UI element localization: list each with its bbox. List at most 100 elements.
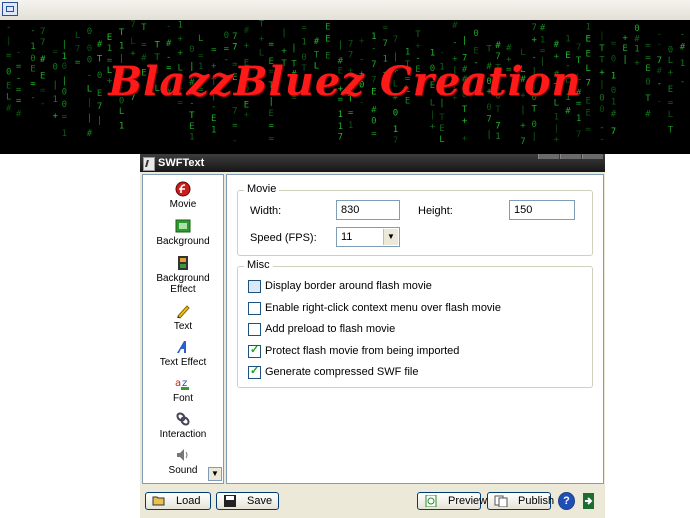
matrix-glyph: + [244,41,250,51]
matrix-glyph: + [532,35,538,45]
matrix-glyph: # [244,26,250,36]
matrix-glyph: 0 [634,24,639,34]
matrix-glyph: 1 [178,21,183,31]
publish-button-label: Publish [518,495,555,507]
matrix-glyph: L [75,31,80,41]
sidebar-item-movie[interactable]: Movie [143,181,223,210]
matrix-glyph: | [599,32,604,42]
scroll-down-button[interactable]: ▼ [208,467,222,481]
matrix-glyph: # [495,41,501,51]
matrix-glyph: - [680,30,685,40]
matrix-glyph: 7 [232,106,237,116]
sidebar-item-interaction[interactable]: Interaction [143,411,223,440]
chevron-down-icon[interactable]: ▼ [383,229,398,245]
matrix-glyph: E [211,114,216,124]
window-icon[interactable] [2,2,18,16]
sidebar-item-background[interactable]: Background [143,218,223,247]
height-label: Height: [418,205,453,217]
matrix-glyph: T [668,125,674,135]
preview-icon [425,495,437,507]
matrix-glyph: 7 [611,127,616,137]
matrix-glyph: = [269,40,275,50]
matrix-glyph: - [452,38,457,48]
matrix-glyph: E [107,33,112,43]
preview-button[interactable]: Preview [417,492,487,510]
matrix-glyph: | [281,29,286,39]
sidebar-item-text[interactable]: Text [143,303,223,332]
matrix-glyph: = [224,45,230,55]
matrix-glyph: E [622,44,627,54]
matrix-glyph: L [130,37,135,47]
matrix-glyph: | [338,41,343,51]
matrix-glyph: 0 [224,31,229,41]
matrix-glyph: T [599,44,605,54]
minimize-button[interactable] [538,154,559,159]
matrix-glyph: 1 [301,37,306,47]
matrix-glyph: 1 [189,132,194,142]
sidebar-item-background-effect[interactable]: Background Effect [143,255,223,295]
matrix-glyph: # [314,37,320,47]
matrix-glyph: = [611,39,617,49]
matrix-glyph: E [473,46,478,56]
speaker-icon [177,449,188,461]
publish-icon [494,495,508,507]
close-button[interactable] [582,154,603,159]
matrix-glyph: + [520,121,526,131]
preload-checkbox[interactable] [248,323,261,336]
save-button[interactable]: Save [216,492,279,510]
matrix-glyph: 7 [232,32,237,42]
matrix-glyph: E [269,109,274,119]
background-icon [175,219,191,233]
settings-panel: Movie Width: 830 Height: 150 Speed (FPS)… [226,174,604,484]
matrix-glyph: 1 [119,41,124,51]
matrix-glyph: # [87,129,93,139]
exit-button[interactable] [580,492,600,510]
sidebar-item-label: Text Effect [159,357,207,368]
sidebar-item-text-effect[interactable]: Text Effect [143,339,223,368]
option-label: Generate compressed SWF file [265,366,419,378]
sidebar-item-label: Movie [169,199,197,210]
matrix-glyph: 7 [348,39,353,49]
misc-group-legend: Misc [244,259,273,271]
matrix-glyph: = [301,24,307,34]
matrix-glyph: # [611,109,617,119]
matrix-glyph: + [359,37,365,47]
speed-label: Speed (FPS): [250,232,317,244]
matrix-glyph: 7 [338,133,343,143]
publish-button[interactable]: Publish [487,492,555,510]
load-button[interactable]: Load [145,492,211,510]
matrix-glyph: 1 [211,126,216,136]
width-input[interactable]: 830 [336,200,400,220]
protect-checkbox[interactable] [248,343,261,358]
speed-value: 11 [341,231,353,243]
matrix-glyph: 0 [599,105,604,115]
matrix-glyph: = [269,121,275,131]
compressed-checkbox[interactable] [248,364,261,379]
matrix-glyph: 0 [473,29,478,39]
help-button[interactable]: ? [558,492,575,510]
matrix-glyph: 1 [586,22,591,32]
floppy-disk-icon [224,495,236,507]
display-border-checkbox[interactable] [248,280,261,293]
matrix-glyph: 0 [87,27,92,37]
context-menu-checkbox[interactable] [248,302,261,315]
matrix-glyph: | [462,36,467,46]
speed-combobox[interactable]: 11 ▼ [336,227,400,247]
width-label: Width: [250,205,282,217]
matrix-glyph: 7 [130,20,135,30]
matrix-glyph: 0 [532,120,537,130]
exit-door-icon [583,493,594,509]
matrix-glyph: 1 [634,44,639,54]
title-bar: SWFText [140,154,605,172]
matrix-glyph: E [586,108,591,118]
maximize-button[interactable] [560,154,581,159]
matrix-glyph: 7 [40,38,45,48]
font-icon: az [175,378,189,390]
height-input[interactable]: 150 [509,200,575,220]
matrix-glyph: = [53,48,59,58]
matrix-glyph: T [462,105,468,115]
matrix-glyph: = [540,47,546,57]
matrix-glyph: + [430,122,436,132]
matrix-glyph: = [141,41,147,51]
sidebar-item-font[interactable]: az Font [143,375,223,404]
